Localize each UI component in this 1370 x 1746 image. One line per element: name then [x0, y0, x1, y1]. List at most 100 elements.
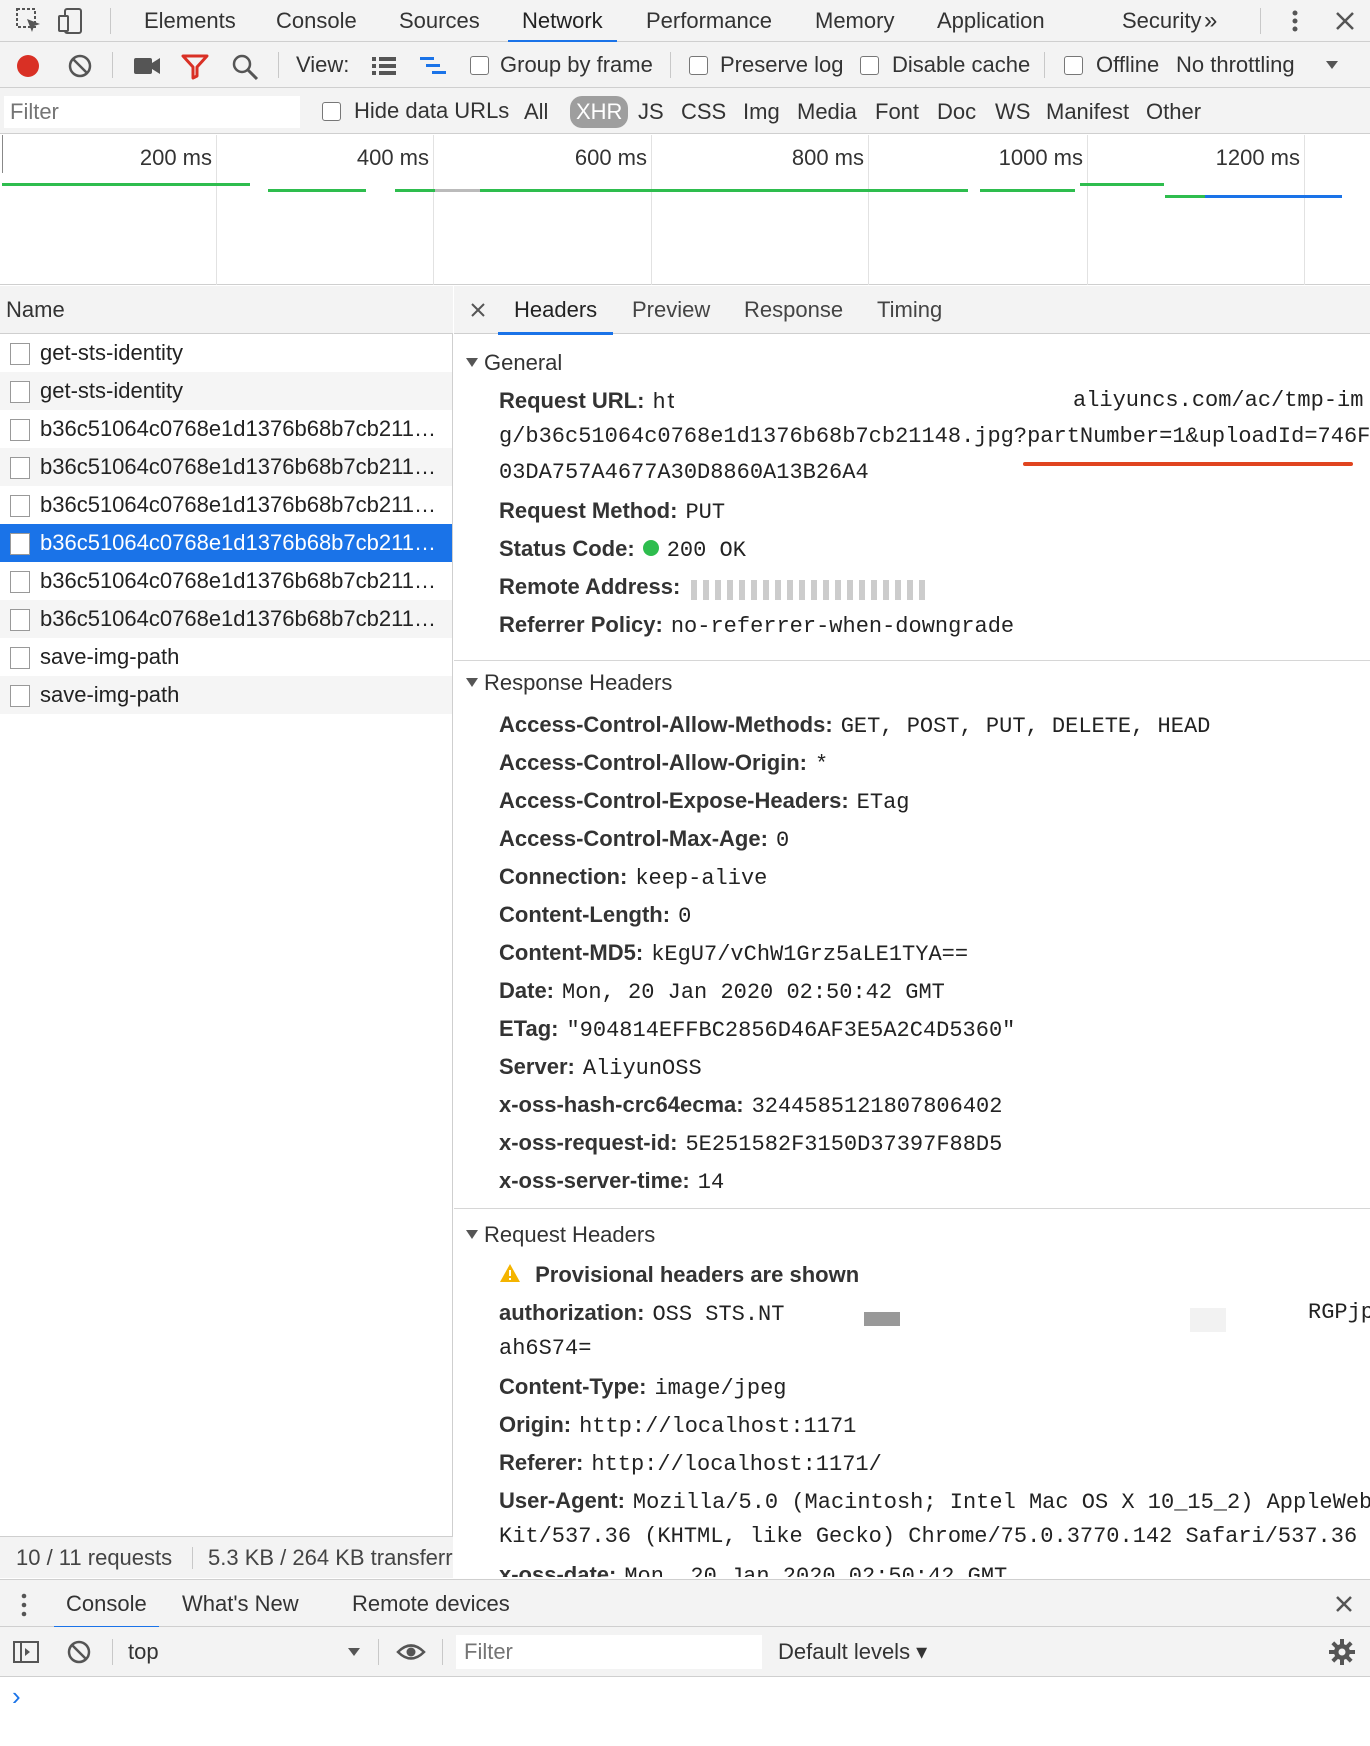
throttling-dropdown-icon[interactable] — [1324, 58, 1340, 72]
device-toolbar-icon[interactable] — [56, 6, 86, 36]
request-row[interactable]: save-img-path — [0, 676, 452, 714]
request-headers-section-header[interactable]: Request Headers — [466, 1222, 655, 1248]
close-details-icon[interactable] — [470, 302, 486, 318]
tab-timing[interactable]: Timing — [877, 286, 942, 334]
drawer-tab-whats-new[interactable]: What's New — [182, 1580, 299, 1628]
filter-type-manifest[interactable]: Manifest — [1046, 96, 1129, 128]
context-dropdown-icon[interactable] — [346, 1645, 362, 1659]
file-icon — [10, 571, 30, 593]
tab-elements[interactable]: Elements — [144, 0, 236, 42]
tab-application[interactable]: Application — [937, 0, 1045, 42]
search-icon[interactable] — [230, 52, 260, 82]
show-sidebar-icon[interactable] — [12, 1639, 40, 1665]
screenshot-camera-icon[interactable] — [132, 54, 162, 78]
filter-type-doc[interactable]: Doc — [937, 96, 976, 128]
file-icon — [10, 609, 30, 631]
network-toolbar: View: Group by frame Preserve log Disabl… — [0, 42, 1370, 88]
hide-data-urls-label[interactable]: Hide data URLs — [354, 98, 509, 124]
overview-tick: 600 ms — [574, 145, 647, 170]
drawer-tab-console[interactable]: Console — [54, 1580, 159, 1629]
console-filter-input[interactable] — [456, 1635, 762, 1669]
settings-gear-icon[interactable] — [1328, 1638, 1356, 1666]
offline-checkbox[interactable] — [1064, 56, 1083, 75]
overview-bar — [480, 189, 968, 192]
disable-cache-checkbox[interactable] — [860, 56, 879, 75]
network-overview[interactable]: 200 ms 400 ms 600 ms 800 ms 1000 ms 1200… — [0, 135, 1370, 285]
request-list: Name get-sts-identity get-sts-identity b… — [0, 286, 453, 1577]
request-name: b36c51064c0768e1d1376b68b7cb21148.jpg?pa… — [40, 416, 445, 441]
request-row-selected[interactable]: b36c51064c0768e1d1376b68b7cb21148.jpg?pa… — [0, 524, 452, 562]
close-drawer-icon[interactable] — [1334, 1594, 1354, 1614]
tab-network[interactable]: Network — [508, 0, 617, 43]
context-select[interactable]: top — [128, 1639, 159, 1665]
header-row: Access-Control-Expose-Headers: ETag — [499, 788, 910, 815]
filter-type-img[interactable]: Img — [743, 96, 780, 128]
filter-type-other[interactable]: Other — [1146, 96, 1201, 128]
request-count: 10 / 11 requests — [16, 1545, 173, 1570]
red-underline-annotation — [1023, 462, 1353, 466]
filter-type-font[interactable]: Font — [875, 96, 919, 128]
request-row[interactable]: b36c51064c0768e1d1376b68b7cb21148.jpg?pa… — [0, 486, 452, 524]
tab-response[interactable]: Response — [744, 286, 843, 334]
authorization-line2: ah6S74= — [499, 1336, 592, 1361]
detail-tabbar: Headers Preview Response Timing — [454, 286, 1370, 335]
clear-console-icon[interactable] — [66, 1639, 92, 1665]
authorization-row: authorization: OSS STS.NT — [499, 1300, 785, 1327]
offline-label[interactable]: Offline — [1096, 52, 1159, 78]
record-button[interactable] — [14, 52, 42, 80]
live-expression-eye-icon[interactable] — [396, 1641, 426, 1663]
request-row[interactable]: b36c51064c0768e1d1376b68b7cb21148.jpg?pa… — [0, 600, 452, 638]
response-headers-section-header[interactable]: Response Headers — [466, 670, 672, 696]
more-tabs-icon[interactable]: » — [1204, 0, 1217, 42]
disable-cache-label[interactable]: Disable cache — [892, 52, 1030, 78]
request-row[interactable]: get-sts-identity — [0, 334, 452, 372]
tab-security[interactable]: Security — [1122, 0, 1201, 42]
inspect-element-icon[interactable] — [14, 6, 44, 36]
log-levels-select[interactable]: Default levels ▾ — [778, 1639, 927, 1665]
request-row[interactable]: b36c51064c0768e1d1376b68b7cb21148.jpg?pa… — [0, 410, 452, 448]
request-name: b36c51064c0768e1d1376b68b7cb21148.jpg?pa… — [40, 530, 445, 555]
filter-funnel-icon[interactable] — [180, 52, 210, 80]
filter-type-ws[interactable]: WS — [995, 96, 1030, 128]
tab-performance[interactable]: Performance — [646, 0, 772, 42]
general-section-header[interactable]: General — [466, 350, 562, 376]
tab-sources[interactable]: Sources — [399, 0, 480, 42]
status-ok-dot-icon — [642, 540, 659, 557]
console-output[interactable]: › — [0, 1677, 1370, 1746]
drawer-tab-remote-devices[interactable]: Remote devices — [352, 1580, 510, 1628]
tab-preview[interactable]: Preview — [632, 286, 710, 334]
drawer-menu-icon[interactable] — [18, 1592, 30, 1618]
redacted-area — [674, 384, 1114, 418]
file-icon — [10, 343, 30, 365]
close-devtools-icon[interactable] — [1330, 6, 1360, 36]
request-row[interactable]: b36c51064c0768e1d1376b68b7cb21148.jpg?pa… — [0, 448, 452, 486]
group-by-frame-checkbox[interactable] — [470, 56, 489, 75]
waterfall-overview-icon[interactable] — [418, 54, 448, 78]
request-row[interactable]: b36c51064c0768e1d1376b68b7cb21148.jpg?pa… — [0, 562, 452, 600]
preserve-log-label[interactable]: Preserve log — [720, 52, 844, 78]
tab-headers[interactable]: Headers — [497, 286, 614, 335]
filter-input[interactable] — [4, 96, 300, 128]
large-rows-icon[interactable] — [370, 54, 398, 78]
filter-type-js[interactable]: JS — [638, 96, 664, 128]
header-row: x-oss-date: Mon, 20 Jan 2020 02:50:42 GMT — [499, 1562, 1008, 1577]
name-column-header[interactable]: Name — [0, 286, 453, 334]
tab-console[interactable]: Console — [276, 0, 357, 42]
filter-type-xhr[interactable]: XHR — [570, 96, 629, 128]
summary-divider — [192, 1547, 193, 1569]
clear-icon[interactable] — [66, 52, 94, 80]
file-icon — [10, 495, 30, 517]
kebab-menu-icon[interactable] — [1280, 6, 1310, 36]
group-by-frame-label[interactable]: Group by frame — [500, 52, 653, 78]
request-row[interactable]: save-img-path — [0, 638, 452, 676]
header-row: Content-Length: 0 — [499, 902, 692, 929]
preserve-log-checkbox[interactable] — [689, 56, 708, 75]
filter-type-css[interactable]: CSS — [681, 96, 726, 128]
filter-type-all[interactable]: All — [524, 96, 548, 128]
request-row[interactable]: get-sts-identity — [0, 372, 452, 410]
filter-type-media[interactable]: Media — [797, 96, 857, 128]
throttling-select[interactable]: No throttling — [1176, 52, 1295, 78]
tab-memory[interactable]: Memory — [815, 0, 894, 42]
referrer-policy-row: Referrer Policy: no-referrer-when-downgra… — [499, 612, 1015, 639]
hide-data-urls-checkbox[interactable] — [322, 102, 341, 121]
